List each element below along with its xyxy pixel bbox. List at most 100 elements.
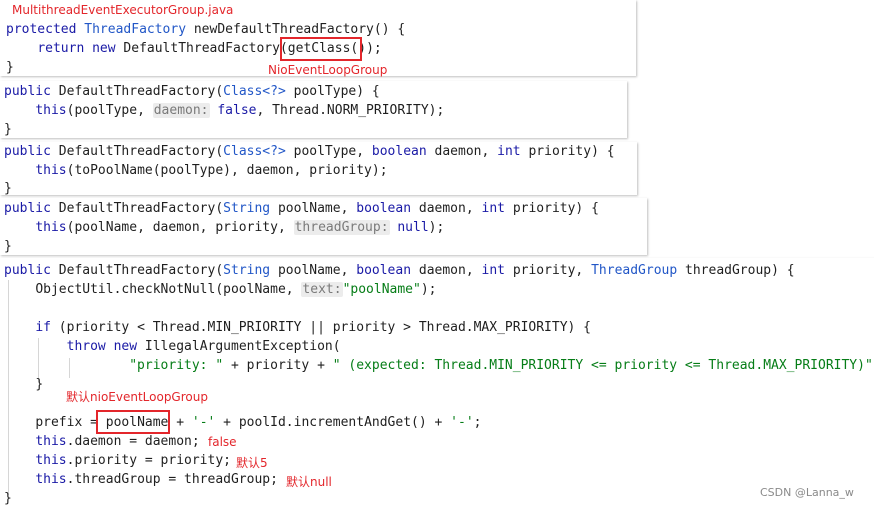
code-line: } (6, 60, 14, 75)
param-hint: threadGroup: (293, 220, 390, 235)
keyword: protected (6, 22, 77, 37)
code-line: } (4, 375, 43, 394)
string-literal: '-' (450, 415, 474, 430)
code-line: public DefaultThreadFactory(Class<?> poo… (4, 82, 380, 101)
code-line: prefix = poolName + '-' + poolId.increme… (4, 413, 481, 432)
code-line: } (4, 122, 12, 137)
code-line: this(poolName, daemon, priority, threadG… (4, 218, 444, 237)
keyword: boolean (356, 201, 412, 216)
thread-group-default-annotation: 默认null (286, 475, 332, 489)
code-text: ; (473, 415, 482, 430)
keyword: throw (66, 339, 106, 354)
code-text: .daemon = daemon; (66, 434, 200, 449)
code-text: priority, (512, 263, 592, 278)
keyword: this (35, 220, 67, 235)
keyword: this (35, 163, 67, 178)
code-line: public DefaultThreadFactory(Class<?> poo… (4, 142, 615, 161)
keyword: new (113, 339, 138, 354)
code-text: daemon, (418, 201, 482, 216)
file-title-annotation: MultithreadEventExecutorGroup.java (12, 3, 234, 17)
nio-event-loop-group-annotation: NioEventLoopGroup (268, 63, 388, 77)
string-literal: "poolName" (342, 282, 421, 297)
code-line: } (4, 491, 12, 506)
code-text: .threadGroup = threadGroup; (66, 472, 278, 487)
keyword: public (4, 84, 51, 99)
keyword: this (35, 472, 67, 487)
daemon-false-annotation: false (208, 435, 237, 449)
code-line: this.priority = priority; (4, 451, 231, 470)
code-text: DefaultThreadFactory( (58, 201, 224, 216)
code-text: + priority + (223, 358, 333, 373)
priority-default-annotation: 默认5 (236, 456, 268, 470)
code-line: this(poolType, daemon: false, Thread.NOR… (4, 101, 444, 120)
code-text: DefaultThreadFactory( (58, 84, 224, 99)
type-name: Class<?> (223, 84, 286, 99)
code-text: poolName, (277, 201, 357, 216)
code-text: IllegalArgumentException( (144, 339, 341, 354)
code-text: priority) { (528, 144, 615, 159)
keyword: public (4, 201, 51, 216)
string-literal: "priority: " (129, 358, 224, 373)
string-literal: " (expected: Thread.MIN_PRIORITY <= prio… (332, 358, 873, 373)
code-text: daemon, (418, 263, 482, 278)
code-text: (toPoolName(poolType), daemon, priority)… (66, 163, 388, 178)
code-text: poolType) { (293, 84, 380, 99)
keyword: int (497, 144, 521, 159)
keyword: null (397, 220, 429, 235)
code-line: this.daemon = daemon; (4, 432, 200, 451)
code-text: ObjectUtil.checkNotNull(poolName, (35, 282, 302, 297)
code-text: daemon, (434, 144, 498, 159)
keyword: false (217, 103, 257, 118)
code-line: public DefaultThreadFactory(String poolN… (4, 199, 599, 218)
keyword: public (4, 144, 51, 159)
code-text: + (168, 415, 192, 430)
type-name: String (223, 263, 271, 278)
code-line: "priority: " + priority + " (expected: T… (4, 356, 874, 375)
code-line: throw new IllegalArgumentException( (4, 337, 341, 356)
type-name: String (223, 201, 271, 216)
code-text: (poolName, daemon, priority, (66, 220, 294, 235)
code-text: DefaultThreadFactory( (58, 263, 224, 278)
code-line: ObjectUtil.checkNotNull(poolName, text:"… (4, 280, 437, 299)
keyword: if (35, 320, 51, 335)
code-text: threadGroup) { (685, 263, 795, 278)
code-text: .priority = priority; (66, 453, 231, 468)
code-line: public DefaultThreadFactory(String poolN… (4, 261, 795, 280)
keyword: int (481, 201, 505, 216)
code-text: priority) { (512, 201, 599, 216)
code-line: this.threadGroup = threadGroup; (4, 470, 278, 489)
code-text: ); (428, 220, 445, 235)
code-text: poolName, (277, 263, 357, 278)
code-text: , Thread.NORM_PRIORITY); (256, 103, 445, 118)
code-text: ); (366, 41, 382, 56)
keyword: this (35, 453, 67, 468)
code-text: DefaultThreadFactory( (58, 144, 224, 159)
keyword: boolean (356, 263, 412, 278)
highlight-box-get-class (280, 37, 362, 61)
code-text: } (35, 377, 44, 392)
code-line: this(toPoolName(poolType), daemon, prior… (4, 161, 388, 180)
code-line: if (priority < Thread.MIN_PRIORITY || pr… (4, 318, 591, 337)
code-text: + poolId.incrementAndGet() + (215, 415, 451, 430)
code-text: (poolType, (66, 103, 153, 118)
watermark: CSDN @Lanna_w (760, 486, 854, 499)
keyword: boolean (371, 144, 427, 159)
keyword: public (4, 263, 51, 278)
code-text: poolType, (293, 144, 372, 159)
param-hint: daemon: (152, 103, 210, 118)
code-line: } (4, 181, 12, 196)
keyword: this (35, 434, 67, 449)
code-line: } (4, 239, 12, 254)
string-literal: '-' (191, 415, 216, 430)
code-text: newDefaultThreadFactory() { (193, 22, 406, 37)
default-prefix-annotation: 默认nioEventLoopGroup (66, 390, 208, 404)
highlight-box-pool-name (96, 410, 170, 434)
keyword: new (92, 41, 116, 56)
code-text: (priority < Thread.MIN_PRIORITY || prior… (58, 320, 592, 335)
code-text: DefaultThreadFactory( (123, 41, 288, 56)
keyword: return (37, 41, 85, 56)
type-name: ThreadGroup (591, 263, 678, 278)
type-name: Class<?> (223, 144, 286, 159)
param-hint: text: (301, 282, 343, 297)
keyword: int (481, 263, 505, 278)
